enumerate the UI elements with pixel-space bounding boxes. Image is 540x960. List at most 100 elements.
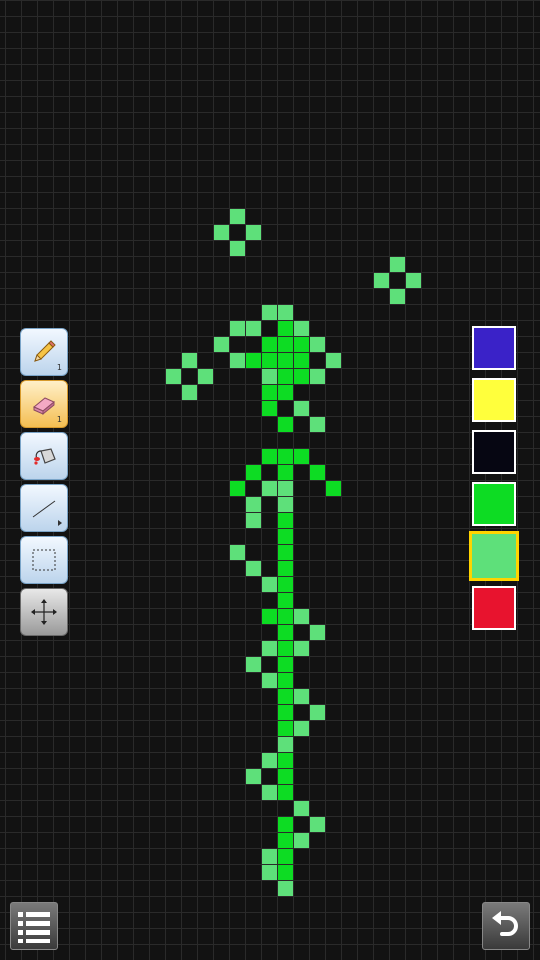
green-pixel bbox=[278, 673, 293, 688]
select-tool-button[interactable] bbox=[20, 536, 68, 584]
light-green-pixel bbox=[262, 849, 277, 864]
light-green-pixel bbox=[214, 337, 229, 352]
green-pixel bbox=[310, 465, 325, 480]
green-pixel bbox=[278, 689, 293, 704]
light-green-pixel bbox=[310, 337, 325, 352]
menu-button[interactable] bbox=[10, 902, 58, 950]
light-green-pixel bbox=[278, 481, 293, 496]
light-green-pixel bbox=[278, 881, 293, 896]
light-green-pixel bbox=[310, 817, 325, 832]
light-green-pixel bbox=[230, 353, 245, 368]
undo-icon bbox=[492, 911, 518, 936]
move-icon bbox=[31, 599, 57, 625]
green-pixel bbox=[326, 481, 341, 496]
green-pixel bbox=[278, 657, 293, 672]
green-pixel bbox=[262, 385, 277, 400]
light-green-pixel bbox=[278, 737, 293, 752]
light-green-pixel bbox=[246, 225, 261, 240]
green-pixel bbox=[278, 449, 293, 464]
green-pixel bbox=[246, 353, 261, 368]
green-pixel bbox=[294, 369, 309, 384]
color-swatch-1[interactable] bbox=[472, 326, 516, 370]
light-green-pixel bbox=[294, 641, 309, 656]
light-green-pixel bbox=[374, 273, 389, 288]
green-pixel bbox=[278, 369, 293, 384]
light-green-pixel bbox=[390, 257, 405, 272]
color-swatch-6[interactable] bbox=[472, 586, 516, 630]
light-green-pixel bbox=[246, 769, 261, 784]
light-green-pixel bbox=[246, 321, 261, 336]
light-green-pixel bbox=[294, 401, 309, 416]
light-green-pixel bbox=[262, 785, 277, 800]
green-pixel bbox=[278, 417, 293, 432]
green-pixel bbox=[262, 609, 277, 624]
light-green-pixel bbox=[230, 209, 245, 224]
light-green-pixel bbox=[262, 369, 277, 384]
green-pixel bbox=[278, 721, 293, 736]
light-green-pixel bbox=[246, 513, 261, 528]
fill-tool-button[interactable] bbox=[20, 432, 68, 480]
light-green-pixel bbox=[230, 241, 245, 256]
light-green-pixel bbox=[246, 497, 261, 512]
eraser-icon bbox=[33, 397, 55, 416]
green-pixel bbox=[246, 465, 261, 480]
color-swatch-4[interactable] bbox=[472, 482, 516, 526]
green-pixel bbox=[278, 609, 293, 624]
color-swatch-5[interactable] bbox=[469, 531, 519, 581]
menu-icon bbox=[18, 912, 50, 943]
eraser-tool-button[interactable]: 1 bbox=[20, 380, 68, 428]
green-pixel bbox=[278, 385, 293, 400]
light-green-pixel bbox=[262, 481, 277, 496]
green-pixel bbox=[278, 849, 293, 864]
light-green-pixel bbox=[262, 753, 277, 768]
green-pixel bbox=[262, 449, 277, 464]
green-pixel bbox=[278, 769, 293, 784]
light-green-pixel bbox=[182, 385, 197, 400]
line-options-indicator bbox=[58, 520, 62, 526]
green-pixel bbox=[262, 401, 277, 416]
undo-button[interactable] bbox=[482, 902, 530, 950]
eraser-size-label: 1 bbox=[56, 415, 62, 424]
light-green-pixel bbox=[294, 801, 309, 816]
light-green-pixel bbox=[198, 369, 213, 384]
light-green-pixel bbox=[310, 369, 325, 384]
light-green-pixel bbox=[406, 273, 421, 288]
light-green-pixel bbox=[326, 353, 341, 368]
light-green-pixel bbox=[230, 321, 245, 336]
move-tool-button[interactable] bbox=[20, 588, 68, 636]
green-pixel bbox=[278, 865, 293, 880]
green-pixel bbox=[278, 529, 293, 544]
light-green-pixel bbox=[294, 689, 309, 704]
light-green-pixel bbox=[262, 673, 277, 688]
light-green-pixel bbox=[214, 225, 229, 240]
fill-bucket-icon bbox=[34, 448, 56, 465]
select-rectangle-icon bbox=[32, 549, 56, 571]
green-pixel bbox=[278, 513, 293, 528]
light-green-pixel bbox=[294, 321, 309, 336]
green-pixel bbox=[278, 561, 293, 576]
light-green-pixel bbox=[310, 625, 325, 640]
light-green-pixel bbox=[246, 657, 261, 672]
green-pixel bbox=[278, 705, 293, 720]
green-pixel bbox=[278, 545, 293, 560]
line-tool-button[interactable] bbox=[20, 484, 68, 532]
green-pixel bbox=[262, 337, 277, 352]
green-pixel bbox=[278, 465, 293, 480]
light-green-pixel bbox=[294, 833, 309, 848]
pencil-tool-button[interactable]: 1 bbox=[20, 328, 68, 376]
light-green-pixel bbox=[182, 353, 197, 368]
green-pixel bbox=[278, 353, 293, 368]
color-swatch-3[interactable] bbox=[472, 430, 516, 474]
color-swatch-2[interactable] bbox=[472, 378, 516, 422]
line-icon bbox=[32, 500, 56, 518]
green-pixel bbox=[294, 449, 309, 464]
green-pixel bbox=[278, 577, 293, 592]
light-green-pixel bbox=[246, 561, 261, 576]
light-green-pixel bbox=[310, 417, 325, 432]
pencil-icon bbox=[34, 340, 56, 362]
light-green-pixel bbox=[278, 305, 293, 320]
pencil-size-label: 1 bbox=[56, 363, 62, 372]
drawing-canvas[interactable] bbox=[0, 0, 540, 960]
green-pixel bbox=[278, 641, 293, 656]
light-green-pixel bbox=[278, 497, 293, 512]
